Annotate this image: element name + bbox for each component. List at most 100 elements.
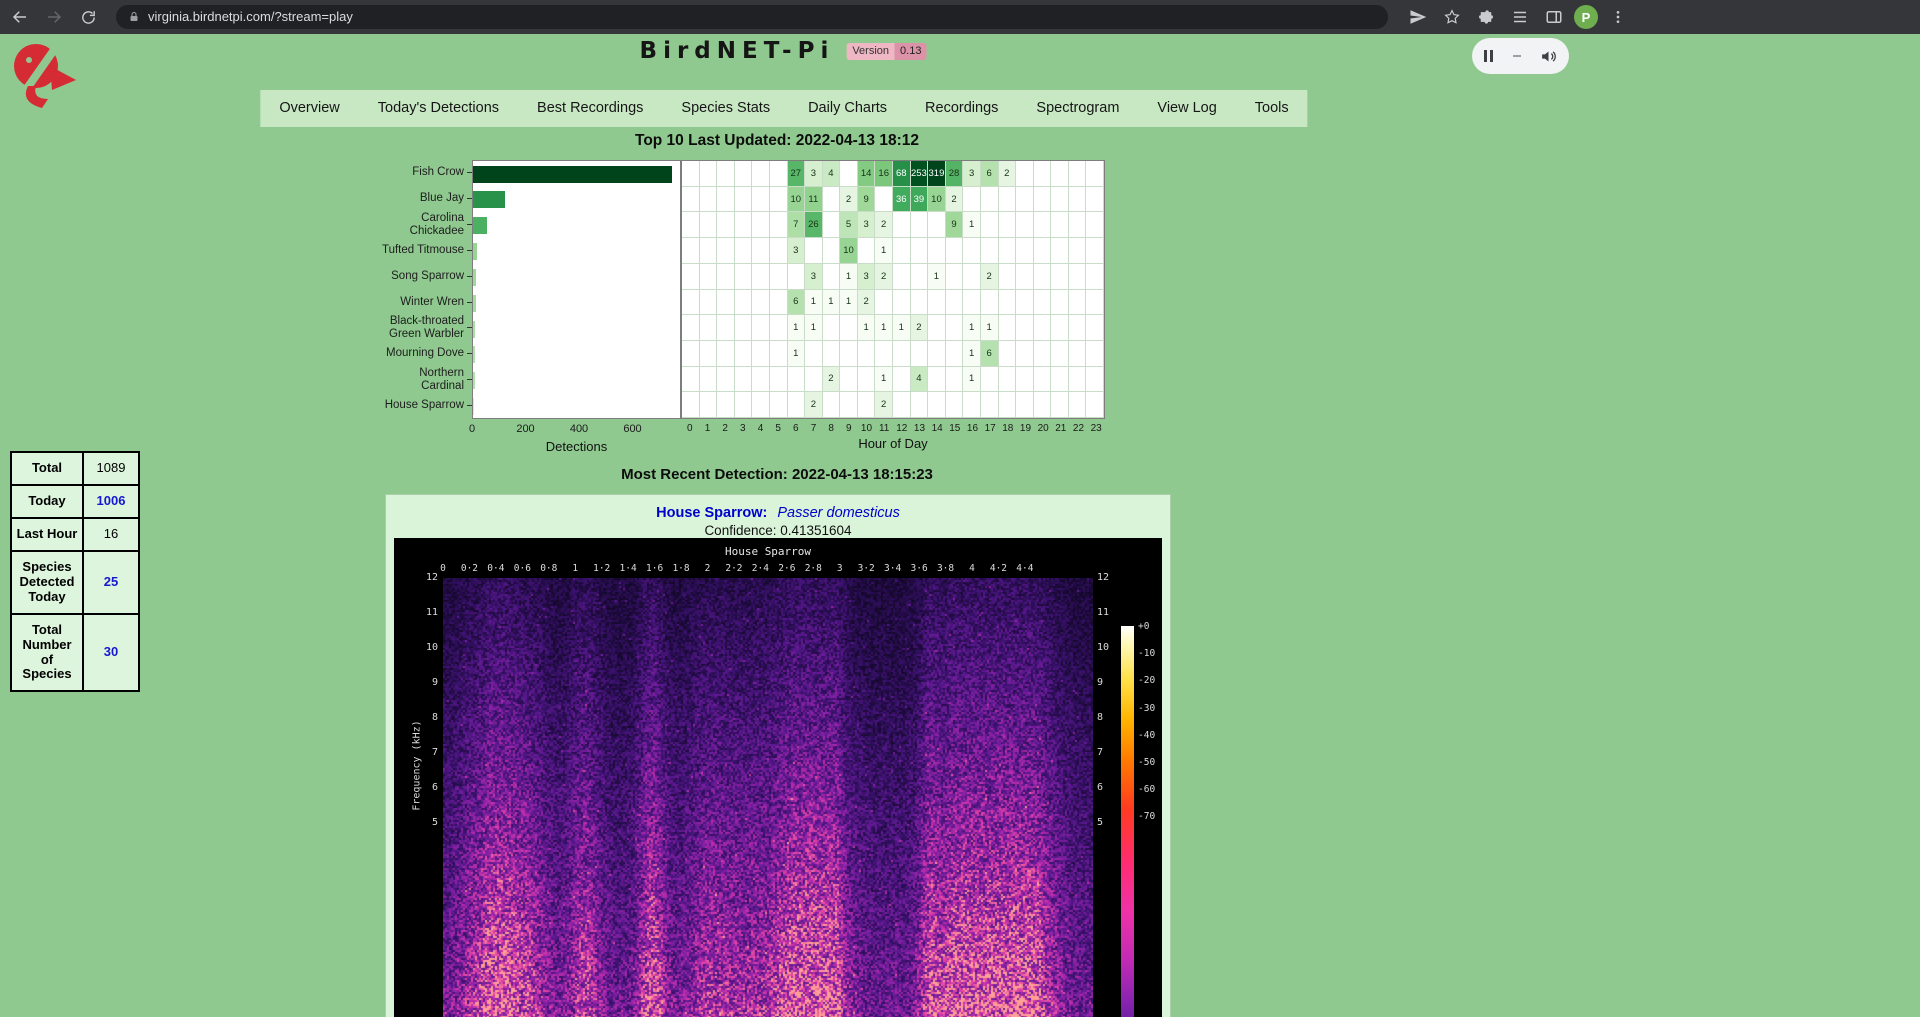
- stats-value-link[interactable]: 30: [83, 614, 139, 692]
- nav-item-today-s-detections[interactable]: Today's Detections: [359, 90, 518, 127]
- page-header: BirdNET-Pi Version 0.13: [640, 38, 927, 64]
- heatmap-cell: [788, 367, 806, 393]
- heatmap-cell: [1051, 341, 1069, 367]
- heatmap-cell: [928, 290, 946, 316]
- heatmap-cell: [682, 238, 700, 264]
- heatmap-cell: [752, 341, 770, 367]
- heatmap-cell: [928, 341, 946, 367]
- send-button[interactable]: [1404, 3, 1432, 31]
- heatmap-cell: [735, 161, 753, 187]
- spectrogram-y-tick: 12: [1097, 572, 1127, 583]
- spectrogram-x-tick: 3·4: [884, 563, 901, 574]
- spectrogram-x-tick: 0: [440, 563, 446, 574]
- spectrogram-x-tick: 1·4: [620, 563, 637, 574]
- axis-tick: 6: [787, 423, 805, 434]
- pause-button[interactable]: [1484, 50, 1493, 62]
- axis-tick: 18: [999, 423, 1017, 434]
- audio-player[interactable]: [1472, 38, 1569, 74]
- back-button[interactable]: [6, 3, 34, 31]
- stats-row: Species Detected Today25: [11, 551, 139, 614]
- heatmap-cell: [717, 290, 735, 316]
- heatmap-cell: 2: [823, 367, 841, 393]
- tab-list-button[interactable]: [1506, 3, 1534, 31]
- heatmap-cell: [1034, 238, 1052, 264]
- heatmap-cell: 7: [788, 212, 806, 238]
- colorbar-tick: -30: [1138, 703, 1155, 714]
- side-panel-button[interactable]: [1540, 3, 1568, 31]
- nav-item-daily-charts[interactable]: Daily Charts: [789, 90, 906, 127]
- heatmap-cell: [858, 392, 876, 418]
- heatmap-cell: [911, 238, 929, 264]
- nav-item-spectrogram[interactable]: Spectrogram: [1017, 90, 1138, 127]
- axis-tick: 5: [769, 423, 787, 434]
- browser-menu-button[interactable]: [1604, 3, 1632, 31]
- spectrogram-x-tick: 1·6: [646, 563, 663, 574]
- axis-tick: 0: [681, 423, 699, 434]
- nav-item-species-stats[interactable]: Species Stats: [662, 90, 789, 127]
- heatmap-cell: 1: [788, 315, 806, 341]
- detection-species-link[interactable]: House Sparrow:: [656, 505, 767, 521]
- heatmap-cell: [981, 290, 999, 316]
- heatmap-cell: [981, 367, 999, 393]
- spectrogram-x-tick: 3: [837, 563, 843, 574]
- heatmap-cell: 2: [875, 212, 893, 238]
- heatmap-cell: [823, 264, 841, 290]
- heatmap-cell: [1051, 290, 1069, 316]
- nav-item-tools[interactable]: Tools: [1236, 90, 1308, 127]
- heatmap-cell: [682, 341, 700, 367]
- heatmap-cell: 2: [999, 161, 1017, 187]
- axis-tick: 2: [716, 423, 734, 434]
- heatmap-cell: 3: [805, 161, 823, 187]
- stats-row: Total1089: [11, 452, 139, 485]
- heatmap-cell: 6: [981, 341, 999, 367]
- bar: [473, 295, 476, 312]
- audio-timeline[interactable]: [1513, 55, 1521, 57]
- stats-value-link[interactable]: 25: [83, 551, 139, 614]
- nav-item-recordings[interactable]: Recordings: [906, 90, 1017, 127]
- bookmark-star-button[interactable]: [1438, 3, 1466, 31]
- reload-button[interactable]: [74, 3, 102, 31]
- volume-icon[interactable]: [1540, 48, 1557, 65]
- heatmap-cell: [911, 264, 929, 290]
- heatmap-cell: [858, 367, 876, 393]
- heatmap-cell: 4: [911, 367, 929, 393]
- url-bar[interactable]: virginia.birdnetpi.com/?stream=play: [116, 5, 1388, 29]
- bird-logo-icon: [8, 40, 82, 114]
- heatmap-cell: 2: [911, 315, 929, 341]
- nav-item-view-log[interactable]: View Log: [1138, 90, 1235, 127]
- heatmap-cell: [981, 392, 999, 418]
- bar: [473, 217, 487, 234]
- heatmap-cell: [911, 341, 929, 367]
- axis-tick: 14: [928, 423, 946, 434]
- heatmap-cell: [823, 341, 841, 367]
- heatmap-cell: [946, 290, 964, 316]
- heatmap-cell: 16: [875, 161, 893, 187]
- heatmap-cell: 3: [963, 161, 981, 187]
- main-nav: OverviewToday's DetectionsBest Recording…: [260, 90, 1307, 127]
- heatmap-cell: 9: [858, 187, 876, 213]
- forward-button[interactable]: [40, 3, 68, 31]
- species-label: Carolina Chickadee: [242, 212, 472, 238]
- axis-tick: 400: [570, 423, 588, 435]
- heatmap-cell: [1086, 290, 1104, 316]
- heatmap-cell: [770, 187, 788, 213]
- heatmap-cell: [1016, 238, 1034, 264]
- bar: [473, 398, 474, 415]
- nav-item-overview[interactable]: Overview: [260, 90, 358, 127]
- species-label: Mourning Dove: [242, 341, 472, 367]
- heatmap-cell: [752, 238, 770, 264]
- top10-chart: Fish CrowBlue JayCarolina ChickadeeTufte…: [0, 160, 1920, 460]
- detections-axis-ticks: 0200400600: [472, 423, 681, 437]
- padlock-icon: [128, 10, 140, 24]
- spectrogram-y-tick: 9: [394, 677, 438, 688]
- bar: [473, 372, 475, 389]
- heatmap-cell: 1: [963, 341, 981, 367]
- stats-value-link[interactable]: 1006: [83, 485, 139, 518]
- extensions-button[interactable]: [1472, 3, 1500, 31]
- nav-item-best-recordings[interactable]: Best Recordings: [518, 90, 662, 127]
- send-icon: [1409, 8, 1427, 26]
- heatmap-cell: 2: [858, 290, 876, 316]
- profile-avatar[interactable]: P: [1574, 5, 1598, 29]
- heatmap-cell: [858, 341, 876, 367]
- heatmap-cell: [893, 290, 911, 316]
